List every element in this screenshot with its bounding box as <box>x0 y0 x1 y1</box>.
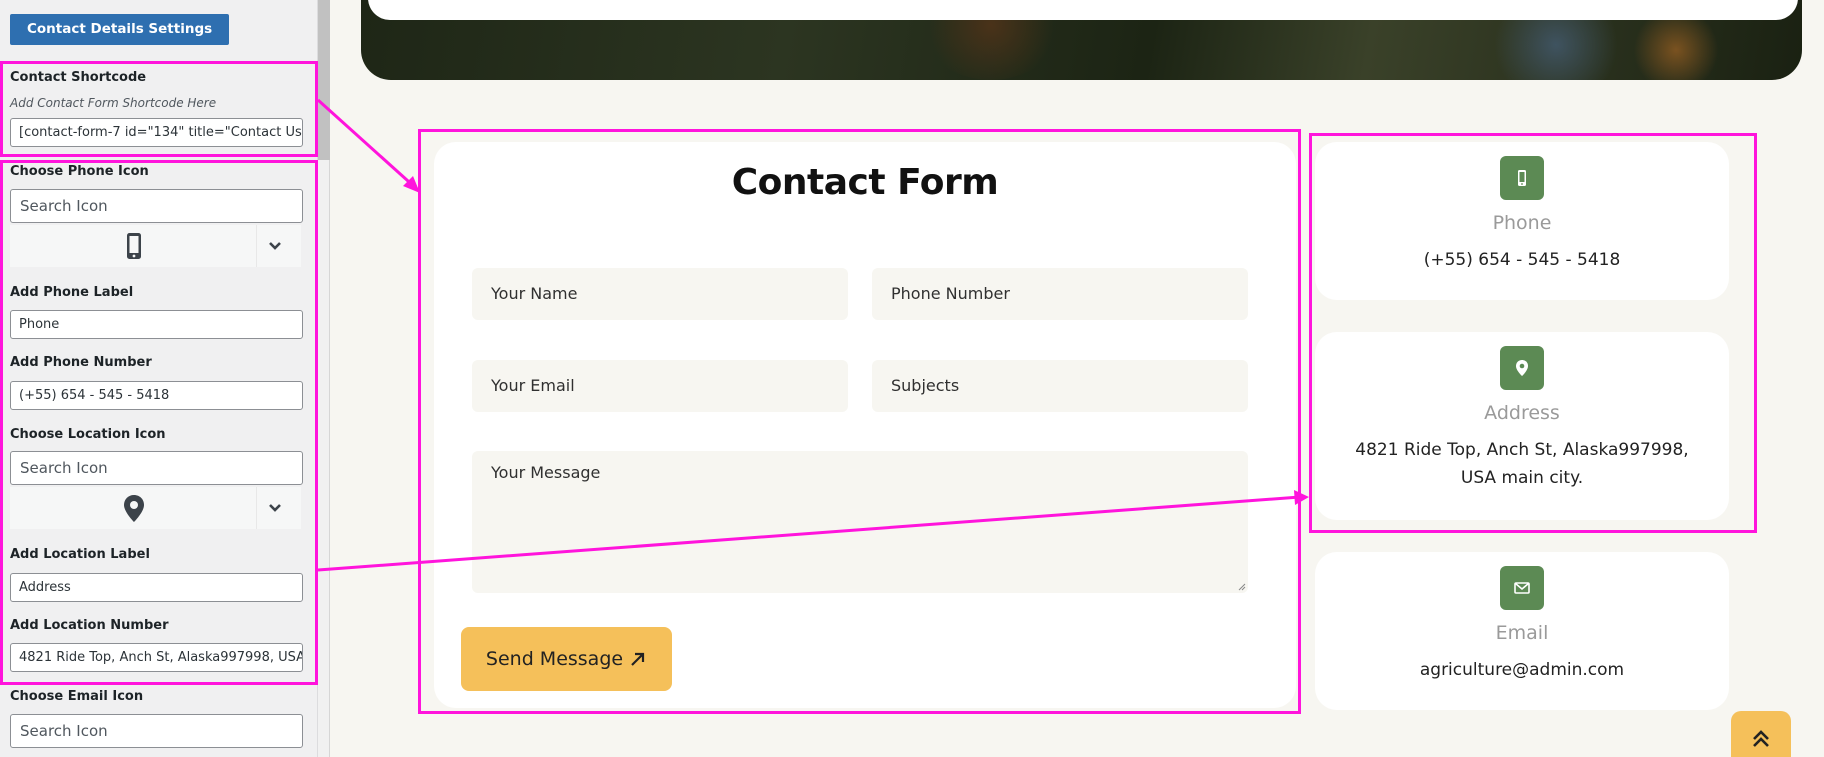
panel-scrollbar-thumb[interactable] <box>318 0 330 160</box>
annotation-arrow-to-form <box>316 98 420 192</box>
phone-icon-picker[interactable] <box>10 225 301 267</box>
mobile-phone-icon <box>127 233 141 259</box>
annotation-arrowhead <box>403 176 420 193</box>
phone-number-label: Add Phone Number <box>10 355 152 370</box>
scroll-to-top-button[interactable] <box>1731 711 1791 757</box>
phone-info-label: Phone <box>1492 212 1552 234</box>
location-number-input[interactable]: 4821 Ride Top, Anch St, Alaska997998, US… <box>10 643 303 672</box>
chevron-down-icon[interactable] <box>268 502 282 514</box>
phone-icon-box <box>1500 156 1544 200</box>
send-message-label: Send Message <box>485 648 624 670</box>
send-message-button[interactable]: Send Message <box>461 627 672 691</box>
hero-decoration <box>1631 10 1721 80</box>
location-label-input[interactable]: Address <box>10 573 303 602</box>
address-info-label: Address <box>1484 402 1560 424</box>
chevron-down-icon[interactable] <box>268 240 282 252</box>
location-label-label: Add Location Label <box>10 547 150 562</box>
address-info-value: 4821 Ride Top, Anch St, Alaska997998, US… <box>1355 440 1689 488</box>
your-name-input[interactable]: Your Name <box>472 268 848 320</box>
mobile-phone-icon <box>1518 170 1526 186</box>
customizer-panel: Contact Details Settings Contact Shortco… <box>0 0 318 757</box>
email-icon-box <box>1500 566 1544 610</box>
map-marker-icon <box>124 495 144 522</box>
email-info-value: agriculture@admin.com <box>1419 660 1625 680</box>
contact-shortcode-description: Add Contact Form Shortcode Here <box>10 96 217 110</box>
phone-icon-label: Choose Phone Icon <box>10 164 149 179</box>
phone-icon-search-input[interactable]: Search Icon <box>10 189 303 223</box>
contact-shortcode-input[interactable]: [contact-form-7 id="134" title="Contact … <box>10 118 303 147</box>
your-message-placeholder: Your Message <box>491 463 601 482</box>
phone-label-input[interactable]: Phone <box>10 310 303 339</box>
annotation-arrowhead <box>1294 490 1309 505</box>
resize-grip-icon[interactable] <box>1238 583 1246 591</box>
map-marker-icon <box>1516 360 1528 376</box>
location-icon-label: Choose Location Icon <box>10 427 166 442</box>
hero-card <box>368 0 1798 20</box>
envelope-icon <box>1514 582 1530 594</box>
phone-number-input[interactable]: Phone Number <box>872 268 1248 320</box>
picker-divider <box>256 487 257 529</box>
phone-info-value: (+55) 654 - 545 - 5418 <box>1423 250 1621 270</box>
panel-scrollbar[interactable] <box>318 0 330 757</box>
location-icon-search-input[interactable]: Search Icon <box>10 451 303 485</box>
subjects-input[interactable]: Subjects <box>872 360 1248 412</box>
address-icon-box <box>1500 346 1544 390</box>
contact-form-title: Contact Form <box>731 162 999 203</box>
email-info-label: Email <box>1495 622 1549 644</box>
location-number-label: Add Location Number <box>10 618 169 633</box>
contact-details-settings-button[interactable]: Contact Details Settings <box>10 14 230 45</box>
phone-number-input[interactable]: (+55) 654 - 545 - 5418 <box>10 381 303 410</box>
arrow-up-right-icon <box>631 652 645 666</box>
picker-divider <box>256 225 257 267</box>
email-icon-label: Choose Email Icon <box>10 689 144 704</box>
your-email-input[interactable]: Your Email <box>472 360 848 412</box>
your-message-textarea[interactable]: Your Message <box>472 451 1248 593</box>
email-info-card: Email agriculture@admin.com <box>1315 552 1729 710</box>
contact-form-card: Contact Form Your Name Phone Number Your… <box>434 142 1296 708</box>
email-icon-search-input[interactable]: Search Icon <box>10 714 303 748</box>
address-info-card: Address 4821 Ride Top, Anch St, Alaska99… <box>1315 332 1729 520</box>
contact-shortcode-label: Contact Shortcode <box>10 70 147 85</box>
location-icon-picker[interactable] <box>10 487 301 529</box>
phone-info-card: Phone (+55) 654 - 545 - 5418 <box>1315 142 1729 300</box>
phone-label-label: Add Phone Label <box>10 285 134 300</box>
double-chevron-up-icon <box>1753 730 1769 747</box>
